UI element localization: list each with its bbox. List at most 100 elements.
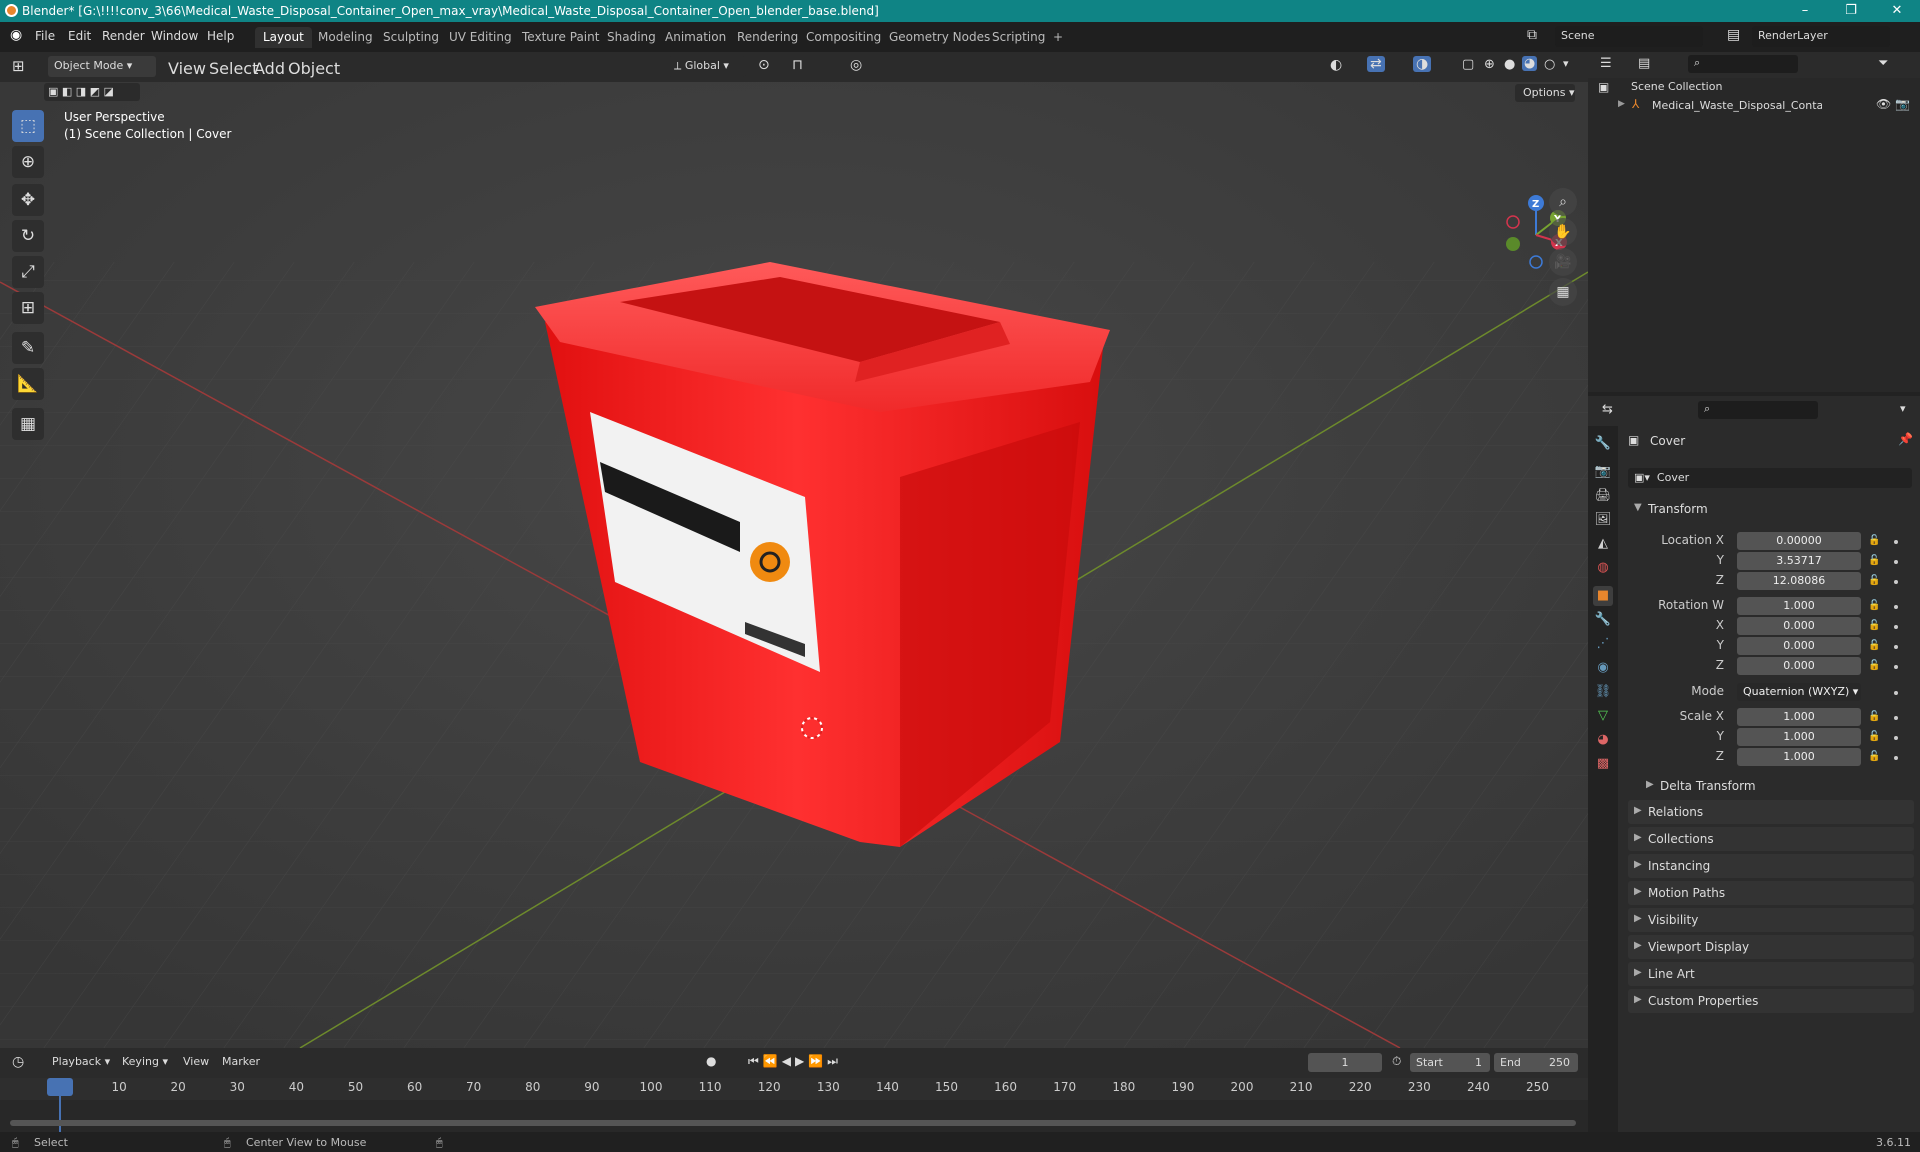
lock-icon[interactable]: 🔓 bbox=[1868, 751, 1880, 762]
menu-render[interactable]: Render bbox=[102, 29, 145, 43]
keyframe-dot-icon[interactable] bbox=[1894, 540, 1898, 544]
playback-menu[interactable]: Playback ▾ bbox=[52, 1055, 110, 1068]
keyframe-dot-icon[interactable] bbox=[1894, 716, 1898, 720]
lock-icon[interactable]: 🔓 bbox=[1868, 535, 1880, 546]
particles-tab-icon[interactable]: ⋰ bbox=[1593, 634, 1613, 654]
rotation-x-field[interactable]: 0.000 bbox=[1737, 617, 1861, 635]
outliner-scene-collection[interactable]: Scene Collection bbox=[1631, 80, 1722, 93]
scale-y-field[interactable]: 1.000 bbox=[1737, 728, 1861, 746]
outliner-search-input[interactable]: ⌕ bbox=[1688, 55, 1798, 73]
material-tab-icon[interactable]: ◕ bbox=[1593, 730, 1613, 750]
timeline-view-menu[interactable]: View bbox=[183, 1055, 209, 1068]
add-cube-tool[interactable]: ▦ bbox=[12, 408, 44, 440]
timeline-editor-icon[interactable]: ◷ bbox=[12, 1054, 24, 1070]
record-icon[interactable]: ● bbox=[706, 1054, 716, 1068]
tab-scripting[interactable]: Scripting bbox=[984, 27, 1053, 48]
properties-options-icon[interactable]: ▾ bbox=[1900, 402, 1906, 415]
snap-icon[interactable]: ⊓ bbox=[792, 57, 803, 73]
outliner-editor-icon[interactable]: ☰ bbox=[1600, 56, 1612, 71]
menu-object[interactable]: Object bbox=[288, 59, 340, 78]
lock-icon[interactable]: 🔓 bbox=[1868, 620, 1880, 631]
tab-geometry-nodes[interactable]: Geometry Nodes bbox=[881, 27, 998, 48]
pan-hand-icon[interactable]: ✋ bbox=[1549, 218, 1577, 246]
texture-tab-icon[interactable]: ▩ bbox=[1593, 754, 1613, 774]
tab-layout[interactable]: Layout bbox=[255, 27, 312, 48]
rotation-w-field[interactable]: 1.000 bbox=[1737, 597, 1861, 615]
tab-texture-paint[interactable]: Texture Paint bbox=[514, 27, 607, 48]
scale-tool[interactable]: ⤢ bbox=[12, 256, 44, 288]
lock-icon[interactable]: 🔓 bbox=[1868, 575, 1880, 586]
properties-editor-icon[interactable]: ⇆ bbox=[1602, 402, 1613, 417]
lock-icon[interactable]: 🔓 bbox=[1868, 555, 1880, 566]
menu-file[interactable]: File bbox=[35, 29, 55, 43]
measure-tool[interactable]: 📐 bbox=[12, 368, 44, 400]
constraints-tab-icon[interactable]: ⛓ bbox=[1593, 682, 1613, 702]
select-mode-buttons[interactable]: ▣ ◧ ◨ ◩ ◪ bbox=[44, 83, 140, 101]
proportional-edit-icon[interactable]: ◎ bbox=[850, 57, 862, 73]
rotation-mode-dropdown[interactable]: Quaternion (WXYZ) ▾ bbox=[1737, 683, 1861, 701]
cursor-tool[interactable]: ⊕ bbox=[12, 146, 44, 178]
transform-tool[interactable]: ⊞ bbox=[12, 292, 44, 324]
camera-view-icon[interactable]: 🎥 bbox=[1549, 248, 1577, 276]
options-dropdown[interactable]: Options ▾ bbox=[1515, 84, 1575, 102]
lock-icon[interactable]: 🔓 bbox=[1868, 711, 1880, 722]
timeline[interactable]: 1102030405060708090100110120130140150160… bbox=[0, 1078, 1588, 1132]
expand-arrow-icon[interactable]: ▶ bbox=[1618, 99, 1625, 109]
world-tab-icon[interactable]: ◍ bbox=[1593, 558, 1613, 578]
end-frame-field[interactable]: End 250 bbox=[1494, 1053, 1578, 1072]
maximize-button[interactable]: ❐ bbox=[1828, 0, 1874, 22]
keyframe-dot-icon[interactable] bbox=[1894, 665, 1898, 669]
scale-x-field[interactable]: 1.000 bbox=[1737, 708, 1861, 726]
keyframe-dot-icon[interactable] bbox=[1894, 605, 1898, 609]
tab-uv-editing[interactable]: UV Editing bbox=[441, 27, 520, 48]
physics-tab-icon[interactable]: ◉ bbox=[1593, 658, 1613, 678]
view-layer-tab-icon[interactable]: 🖼 bbox=[1593, 510, 1613, 530]
rotation-z-field[interactable]: 0.000 bbox=[1737, 657, 1861, 675]
start-frame-field[interactable]: Start 1 bbox=[1410, 1053, 1490, 1072]
rendered-shading-icon[interactable]: ○ bbox=[1544, 57, 1555, 72]
object-tab-icon[interactable]: ■ bbox=[1593, 586, 1613, 606]
tab-compositing[interactable]: Compositing bbox=[798, 27, 889, 48]
blender-menu-icon[interactable]: ◉ bbox=[10, 27, 22, 43]
annotate-tool[interactable]: ✎ bbox=[12, 332, 44, 364]
transform-orientation-dropdown[interactable]: ⟂ Global ▾ bbox=[668, 56, 746, 77]
tab-rendering[interactable]: Rendering bbox=[729, 27, 806, 48]
lock-icon[interactable]: 🔓 bbox=[1868, 731, 1880, 742]
menu-select[interactable]: Select bbox=[209, 59, 258, 78]
collections-panel[interactable]: ▶ Collections bbox=[1628, 827, 1914, 851]
scale-z-field[interactable]: 1.000 bbox=[1737, 748, 1861, 766]
current-frame-field[interactable]: 1 bbox=[1308, 1053, 1382, 1072]
editor-type-icon[interactable]: ⊞ bbox=[12, 57, 25, 75]
render-layer-selector[interactable]: RenderLayer bbox=[1752, 26, 1890, 47]
scene-tab-icon[interactable]: ◭ bbox=[1593, 534, 1613, 554]
wireframe-shading-icon[interactable]: ⊕ bbox=[1484, 57, 1495, 72]
relations-panel[interactable]: ▶ Relations bbox=[1628, 800, 1914, 824]
keying-menu[interactable]: Keying ▾ bbox=[122, 1055, 168, 1068]
tab-shading[interactable]: Shading bbox=[599, 27, 664, 48]
lock-icon[interactable]: 🔓 bbox=[1868, 640, 1880, 651]
outliner-item-object[interactable]: Medical_Waste_Disposal_Container_Ope bbox=[1652, 99, 1822, 112]
visibility-panel[interactable]: ▶ Visibility bbox=[1628, 908, 1914, 932]
lock-icon[interactable]: 🔓 bbox=[1868, 600, 1880, 611]
ortho-grid-icon[interactable]: ▦ bbox=[1549, 278, 1577, 306]
line-art-panel[interactable]: ▶ Line Art bbox=[1628, 962, 1914, 986]
xray-icon[interactable]: ▢ bbox=[1462, 57, 1474, 72]
zoom-icon[interactable]: ⌕ bbox=[1549, 188, 1577, 216]
move-tool[interactable]: ✥ bbox=[12, 184, 44, 216]
rotation-y-field[interactable]: 0.000 bbox=[1737, 637, 1861, 655]
keyframe-dot-icon[interactable] bbox=[1894, 560, 1898, 564]
eye-visibility-icon[interactable]: 👁 bbox=[1876, 97, 1891, 111]
timeline-scrollbar[interactable] bbox=[10, 1120, 1576, 1126]
tool-tab-icon[interactable]: 🔧 bbox=[1593, 434, 1613, 454]
keyframe-dot-icon[interactable] bbox=[1894, 736, 1898, 740]
keyframe-dot-icon[interactable] bbox=[1894, 691, 1898, 695]
render-visibility-icon[interactable]: 📷 bbox=[1895, 97, 1910, 111]
keyframe-dot-icon[interactable] bbox=[1894, 756, 1898, 760]
playhead[interactable] bbox=[59, 1096, 61, 1132]
display-mode-icon[interactable]: ▤ bbox=[1638, 56, 1650, 71]
menu-add[interactable]: Add bbox=[254, 59, 285, 78]
pin-icon[interactable]: 📌 bbox=[1898, 432, 1913, 446]
viewport-display-panel[interactable]: ▶ Viewport Display bbox=[1628, 935, 1914, 959]
filter-icon[interactable]: ⏷ bbox=[1878, 56, 1888, 71]
scene-selector[interactable]: Scene bbox=[1555, 26, 1703, 47]
